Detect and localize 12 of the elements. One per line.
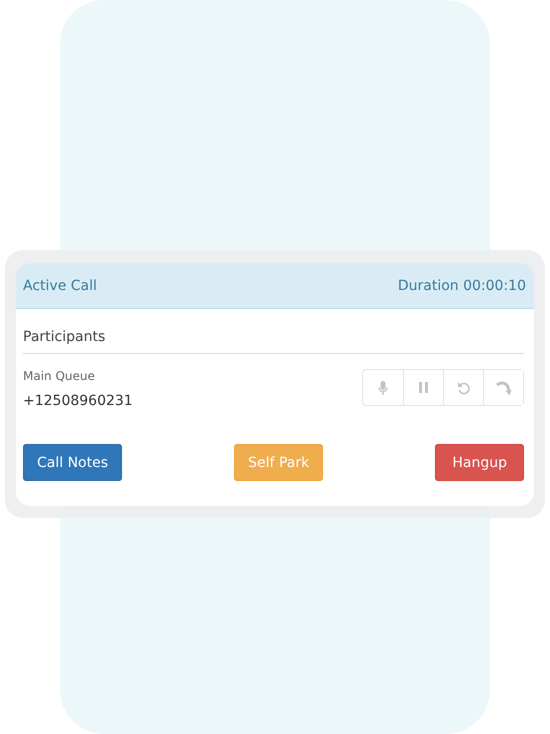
section-heading: Participants [23,329,524,354]
action-button[interactable]: Hangup [435,444,524,481]
action-button[interactable]: Call Notes [23,444,122,481]
transfer-button[interactable] [483,370,523,405]
undo-icon [456,380,470,394]
pause-icon [419,382,428,393]
call-duration: Duration 00:00:10 [398,278,526,294]
curved-arrow-icon [496,380,512,396]
card-title: Active Call [23,278,97,294]
participant-name: Main Queue [23,369,96,383]
participant-number: +12508960231 [23,393,133,409]
microphone-icon [378,380,388,394]
